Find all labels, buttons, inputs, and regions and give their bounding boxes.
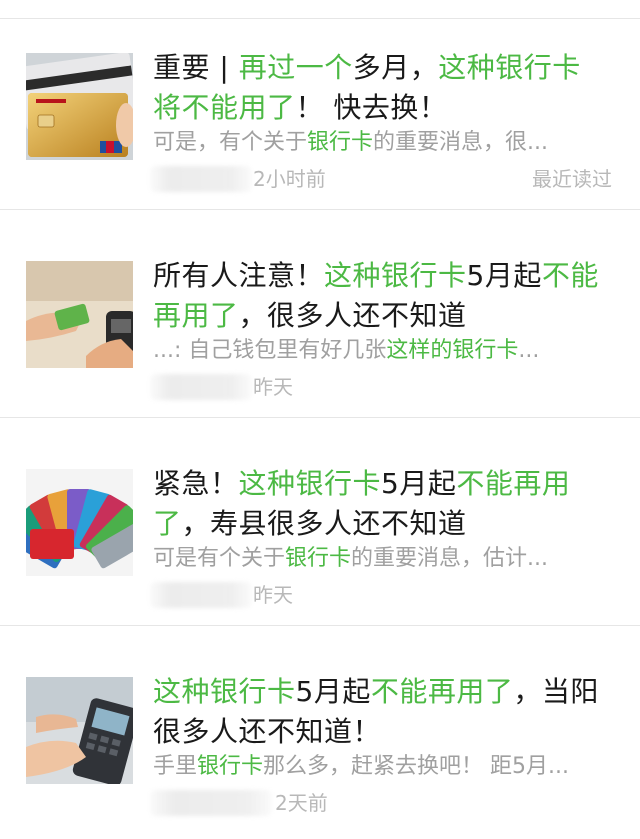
- text-segment: 所有人注意！: [153, 259, 325, 292]
- article-item[interactable]: 重要 | 再过一个多月，这种银行卡将不能用了！ 快去换！ 可是，有个关于银行卡的…: [0, 20, 640, 210]
- pos-terminal-image-icon: [26, 677, 133, 784]
- highlighted-keyword: 这种银行卡: [153, 675, 296, 708]
- article-divider: [0, 417, 640, 418]
- bank-card-image-icon: [26, 53, 133, 160]
- article-meta: 2天前: [150, 788, 620, 818]
- text-segment: 那么多，赶紧去换吧！ 距5月...: [263, 754, 570, 779]
- text-segment: 手里: [153, 754, 198, 779]
- article-meta: 昨天: [150, 372, 620, 402]
- article-item[interactable]: 紧急！这种银行卡5月起不能再用了，寿县很多人还不知道 可是有个关于银行卡的重要消…: [0, 436, 640, 626]
- article-time: 2天前: [275, 791, 328, 815]
- article-time: 2小时前: [253, 167, 326, 191]
- text-segment: 多月，: [352, 51, 439, 84]
- article-digest: ...: 自己钱包里有好几张这样的银行卡...: [153, 334, 613, 368]
- text-segment: ，很多人还不知道: [238, 299, 467, 332]
- blurred-source-name: [150, 374, 252, 400]
- highlighted-keyword: 再过一个: [238, 51, 353, 84]
- article-time: 昨天: [253, 375, 293, 399]
- highlighted-keyword: 这样的银行卡: [386, 338, 519, 363]
- article-divider: [0, 209, 640, 210]
- text-segment: ...: 自己钱包里有好几张: [153, 338, 387, 363]
- highlighted-keyword: 不能再用了: [370, 675, 514, 708]
- blurred-source-name: [150, 790, 272, 816]
- text-segment: ，寿县很多人还不知道: [181, 507, 467, 540]
- text-segment: 重要 |: [153, 51, 239, 84]
- article-meta: 昨天: [150, 580, 620, 610]
- text-segment: 的重要消息，很...: [373, 130, 549, 155]
- read-status: 最近读过: [532, 167, 612, 191]
- article-divider: [0, 625, 640, 626]
- article-time: 昨天: [253, 583, 293, 607]
- text-segment: ...: [518, 338, 540, 363]
- text-segment: 5月起: [295, 675, 371, 708]
- article-title[interactable]: 所有人注意！这种银行卡5月起不能再用了，很多人还不知道: [153, 256, 603, 336]
- highlighted-keyword: 这种银行卡: [238, 467, 382, 500]
- blurred-source-name: [150, 582, 252, 608]
- article-title[interactable]: 重要 | 再过一个多月，这种银行卡将不能用了！ 快去换！: [153, 48, 603, 128]
- card-payment-image-icon: [26, 261, 133, 368]
- article-digest: 可是有个关于银行卡的重要消息，估计...: [153, 542, 613, 576]
- text-segment: 可是有个关于: [153, 546, 286, 571]
- top-divider: [0, 18, 640, 19]
- article-item[interactable]: 这种银行卡5月起不能再用了，当阳很多人还不知道！ 手里银行卡那么多，赶紧去换吧！…: [0, 644, 640, 834]
- article-title[interactable]: 这种银行卡5月起不能再用了，当阳很多人还不知道！: [153, 672, 603, 752]
- article-meta: 2小时前 最近读过: [150, 164, 620, 194]
- text-segment: 5月起: [466, 259, 542, 292]
- text-segment: ！ 快去换！: [295, 91, 448, 124]
- blurred-source-name: [150, 166, 252, 192]
- text-segment: 5月起: [381, 467, 457, 500]
- highlighted-keyword: 银行卡: [285, 546, 352, 571]
- article-feed: 重要 | 再过一个多月，这种银行卡将不能用了！ 快去换！ 可是，有个关于银行卡的…: [0, 0, 640, 839]
- card-fan-image-icon: [26, 469, 133, 576]
- article-digest: 手里银行卡那么多，赶紧去换吧！ 距5月...: [153, 750, 613, 784]
- highlighted-keyword: 银行卡: [197, 754, 264, 779]
- text-segment: 的重要消息，估计...: [351, 546, 549, 571]
- article-title[interactable]: 紧急！这种银行卡5月起不能再用了，寿县很多人还不知道: [153, 464, 603, 544]
- article-digest: 可是，有个关于银行卡的重要消息，很...: [153, 126, 613, 160]
- text-segment: 紧急！: [153, 467, 239, 500]
- text-segment: 可是，有个关于: [153, 130, 308, 155]
- highlighted-keyword: 银行卡: [307, 130, 374, 155]
- highlighted-keyword: 这种银行卡: [324, 259, 467, 292]
- article-item[interactable]: 所有人注意！这种银行卡5月起不能再用了，很多人还不知道 ...: 自己钱包里有好…: [0, 228, 640, 418]
